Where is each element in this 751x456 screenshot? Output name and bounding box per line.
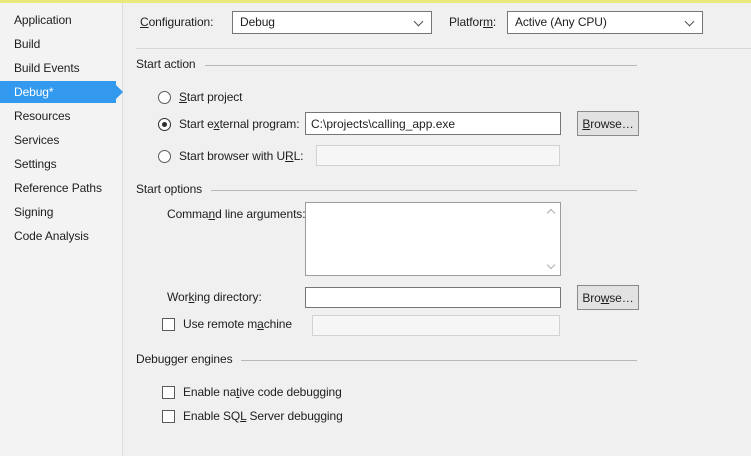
start-external-program-option[interactable]: Start external program:: [158, 116, 299, 132]
start-action-section-header: Start action: [136, 56, 637, 72]
debugger-engines-section-header: Debugger engines: [136, 351, 637, 367]
start-project-label: Start project: [179, 89, 242, 105]
label-part: Platfor: [449, 15, 483, 29]
chevron-down-icon: [414, 17, 424, 27]
label-part: Server debugging: [246, 409, 342, 423]
start-browser-radio[interactable]: [158, 150, 171, 163]
start-browser-label: Start browser with URL:: [179, 148, 303, 164]
label-part: se…: [609, 291, 633, 305]
section-title: Start action: [136, 57, 196, 71]
command-line-arguments-box: [305, 202, 561, 276]
label-part: onfiguration:: [149, 15, 214, 29]
enable-native-debugging-option[interactable]: Enable native code debugging: [162, 384, 342, 400]
label-part: ing directory:: [194, 290, 261, 304]
label-part: chine: [264, 317, 292, 331]
config-bar-divider: [136, 48, 751, 49]
property-pages-sidebar: Application Build Build Events Debug* Re…: [0, 3, 123, 456]
label-part: Comma: [167, 207, 209, 221]
use-remote-machine-option[interactable]: Use remote machine: [162, 316, 292, 332]
enable-sql-debugging-checkbox[interactable]: [162, 410, 175, 423]
start-project-radio[interactable]: [158, 91, 171, 104]
label-part: L:: [294, 149, 304, 163]
label-part: :: [493, 15, 496, 29]
remote-machine-input: [312, 315, 560, 336]
label-part: ternal program:: [220, 117, 300, 131]
working-directory-label: Working directory:: [167, 286, 262, 309]
start-external-program-radio[interactable]: [158, 118, 171, 131]
sidebar-item-debug[interactable]: Debug*: [0, 81, 116, 103]
sidebar-item-resources[interactable]: Resources: [0, 105, 122, 127]
label-part: m: [483, 15, 493, 29]
section-divider-line: [205, 65, 638, 66]
external-program-input[interactable]: [305, 112, 561, 135]
configuration-dropdown-value: Debug: [240, 15, 275, 29]
enable-sql-debugging-label: Enable SQL Server debugging: [183, 408, 343, 424]
sidebar-item-signing[interactable]: Signing: [0, 201, 122, 223]
section-divider-line: [241, 360, 637, 361]
section-title: Debugger engines: [136, 352, 232, 366]
label-part: ive code debugging: [239, 385, 341, 399]
sidebar-item-services[interactable]: Services: [0, 129, 122, 151]
browse-external-program-button[interactable]: Browse…: [577, 111, 639, 136]
label-part: S: [179, 90, 187, 104]
label-part: d line arguments:: [215, 207, 305, 221]
sidebar-item-reference-paths[interactable]: Reference Paths: [0, 177, 122, 199]
command-line-arguments-label: Command line arguments:: [167, 203, 305, 226]
label-part: Start e: [179, 117, 214, 131]
sidebar-item-build-events[interactable]: Build Events: [0, 57, 122, 79]
browse-working-directory-button[interactable]: Browse…: [577, 285, 639, 310]
enable-native-debugging-checkbox[interactable]: [162, 386, 175, 399]
sidebar-item-code-analysis[interactable]: Code Analysis: [0, 225, 122, 247]
sidebar-item-settings[interactable]: Settings: [0, 153, 122, 175]
working-directory-input[interactable]: [305, 287, 561, 308]
label-part: rowse…: [590, 117, 633, 131]
label-part: Enable na: [183, 385, 236, 399]
label-part: a: [257, 317, 264, 331]
label-part: Enable SQ: [183, 409, 240, 423]
start-options-section-header: Start options: [136, 181, 637, 197]
command-line-arguments-input[interactable]: [305, 202, 561, 276]
start-external-program-label: Start external program:: [179, 116, 299, 132]
label-part: tart project: [187, 90, 243, 104]
label-part: w: [601, 291, 610, 305]
label-part: R: [285, 149, 294, 163]
configuration-label: Configuration:: [140, 11, 213, 34]
label-part: Use remote m: [183, 317, 257, 331]
label-part: Bro: [582, 291, 600, 305]
label-part: C: [140, 15, 149, 29]
section-title: Start options: [136, 182, 202, 196]
platform-dropdown-value: Active (Any CPU): [515, 15, 607, 29]
start-project-option[interactable]: Start project: [158, 89, 242, 105]
enable-native-debugging-label: Enable native code debugging: [183, 384, 342, 400]
platform-dropdown[interactable]: Active (Any CPU): [507, 11, 703, 34]
chevron-down-icon: [685, 17, 695, 27]
use-remote-machine-label: Use remote machine: [183, 316, 292, 332]
browser-url-input: [316, 145, 560, 166]
start-browser-option[interactable]: Start browser with URL:: [158, 148, 303, 164]
sidebar-item-build[interactable]: Build: [0, 33, 122, 55]
label-part: Wor: [167, 290, 188, 304]
section-divider-line: [211, 190, 637, 191]
sidebar-item-application[interactable]: Application: [0, 9, 122, 31]
label-part: Start browser with U: [179, 149, 285, 163]
configuration-dropdown[interactable]: Debug: [232, 11, 432, 34]
use-remote-machine-checkbox[interactable]: [162, 318, 175, 331]
enable-sql-debugging-option[interactable]: Enable SQL Server debugging: [162, 408, 343, 424]
platform-label: Platform:: [449, 11, 496, 34]
